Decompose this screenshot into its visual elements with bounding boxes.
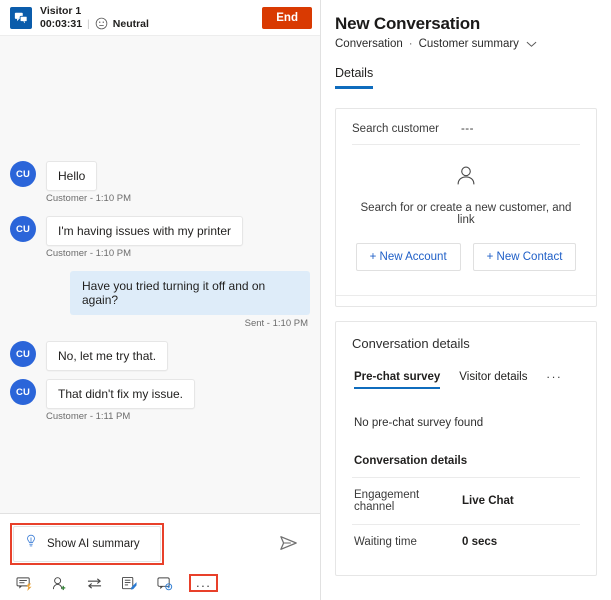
customer-empty-state: Search for or create a new customer, and… [352, 145, 580, 279]
customer-action-buttons: + New Account + New Contact [355, 242, 577, 271]
avatar: CU [10, 216, 36, 242]
new-account-button[interactable]: + New Account [355, 242, 461, 271]
message-row: CU That didn't fix my issue. [10, 379, 310, 409]
compose-row: Show AI summary [10, 523, 310, 565]
chat-tools-row: ... [10, 565, 310, 594]
add-agent-icon[interactable] [49, 574, 69, 592]
field-label: Engagement channel [354, 489, 420, 513]
conversation-subtabs: Pre-chat survey Visitor details ... [352, 367, 580, 390]
quick-replies-icon[interactable] [14, 574, 34, 592]
consult-icon[interactable] [154, 574, 174, 592]
tab-inactive-indicator [459, 387, 527, 390]
tab-visitor-details[interactable]: Visitor details [459, 371, 527, 390]
end-conversation-button[interactable]: End [262, 6, 312, 29]
breadcrumb-separator: · [408, 38, 413, 50]
message-bubble: I'm having issues with my printer [46, 216, 244, 246]
message-bubble: Hello [46, 161, 98, 191]
field-value: 0 secs [462, 536, 498, 548]
avatar: CU [10, 379, 36, 405]
customer-card-body: Search customer --- Search for or create… [336, 109, 596, 295]
transfer-icon[interactable] [84, 574, 104, 592]
neutral-face-icon [95, 17, 108, 30]
chat-duration: 00:03:31 [40, 17, 83, 30]
chat-bubbles-icon [10, 6, 32, 29]
lightbulb-icon [24, 534, 38, 554]
tab-visitor-details-label: Visitor details [459, 370, 528, 383]
conversation-card-body: Conversation details Pre-chat survey Vis… [336, 322, 596, 576]
message-row-outgoing: Have you tried turning it off and on aga… [10, 271, 310, 315]
sentiment-label: Neutral [112, 17, 149, 30]
details-pane: New Conversation Conversation · Customer… [321, 0, 611, 600]
details-tabstrip: Details [335, 64, 611, 94]
tab-active-indicator [335, 86, 374, 89]
message-bubble: That didn't fix my issue. [46, 379, 196, 409]
new-contact-button[interactable]: + New Contact [472, 242, 577, 271]
ai-summary-highlight: Show AI summary [10, 523, 164, 565]
app-root: Visitor 1 00:03:31 | Neutral End CU Hell… [0, 0, 611, 600]
more-options-button[interactable]: ... [189, 574, 219, 592]
visitor-name: Visitor 1 [40, 4, 82, 17]
message-timestamp: Customer - 1:11 PM [46, 411, 131, 422]
show-ai-summary-label: Show AI summary [47, 538, 140, 550]
customer-empty-caption: Search for or create a new customer, and… [360, 201, 572, 226]
search-customer-row[interactable]: Search customer --- [352, 123, 580, 144]
chevron-down-icon[interactable] [526, 40, 537, 48]
conversation-card-title: Conversation details [352, 335, 470, 351]
ellipsis-icon: ... [546, 366, 563, 381]
tab-active-indicator [354, 386, 441, 389]
breadcrumb-current[interactable]: Customer summary [419, 38, 519, 50]
message-timestamp: Customer - 1:10 PM [46, 193, 131, 204]
breadcrumb-root[interactable]: Conversation [335, 38, 403, 50]
field-label: Waiting time [354, 536, 417, 548]
send-button[interactable] [274, 530, 310, 559]
message-bubble: No, let me try that. [46, 341, 169, 371]
chat-header: Visitor 1 00:03:31 | Neutral End [0, 0, 320, 36]
customer-summary-card: Search customer --- Search for or create… [335, 107, 597, 307]
tab-pre-chat-survey-label: Pre-chat survey [354, 370, 441, 383]
message-row: CU Hello [10, 161, 310, 191]
divider: | [87, 17, 90, 30]
tab-pre-chat-survey[interactable]: Pre-chat survey [354, 370, 441, 389]
field-value: Live Chat [462, 495, 514, 507]
visitor-status-row: 00:03:31 | Neutral [40, 17, 262, 30]
notes-icon[interactable] [119, 574, 139, 592]
message-timestamp: Customer - 1:10 PM [46, 248, 131, 259]
show-ai-summary-button[interactable]: Show AI summary [13, 526, 161, 562]
tab-details-label: Details [335, 66, 374, 80]
message-row: CU No, let me try that. [10, 341, 310, 371]
avatar: CU [10, 161, 36, 187]
pre-chat-survey-empty-note: No pre-chat survey found [354, 417, 484, 429]
compose-bar: Show AI summary ... [0, 513, 320, 600]
tab-details[interactable]: Details [335, 64, 374, 94]
chat-transcript[interactable]: CU Hello Customer - 1:10 PM CU I'm havin… [0, 36, 320, 513]
person-icon [453, 166, 479, 193]
breadcrumb: Conversation · Customer summary [335, 38, 611, 50]
ellipsis-icon: ... [196, 575, 212, 590]
message-bubble: Have you tried turning it off and on aga… [70, 271, 310, 315]
conversation-details-section-head: Conversation details [354, 455, 468, 467]
field-row: Engagement channel Live Chat [352, 478, 580, 524]
conversation-details-card: Conversation details Pre-chat survey Vis… [335, 320, 597, 576]
avatar: CU [10, 341, 36, 367]
search-customer-label: Search customer [352, 122, 439, 135]
subtabs-overflow-button[interactable]: ... [546, 367, 562, 390]
message-timestamp: Sent - 1:10 PM [244, 318, 308, 329]
field-row: Waiting time 0 secs [352, 525, 580, 559]
search-customer-value: --- [460, 122, 474, 135]
send-icon [278, 535, 300, 555]
chat-pane: Visitor 1 00:03:31 | Neutral End CU Hell… [0, 0, 321, 600]
page-title: New Conversation [335, 14, 481, 33]
visitor-meta: Visitor 1 00:03:31 | Neutral [40, 5, 262, 30]
tab-inactive-indicator [546, 387, 562, 390]
message-row: CU I'm having issues with my printer [10, 216, 310, 246]
